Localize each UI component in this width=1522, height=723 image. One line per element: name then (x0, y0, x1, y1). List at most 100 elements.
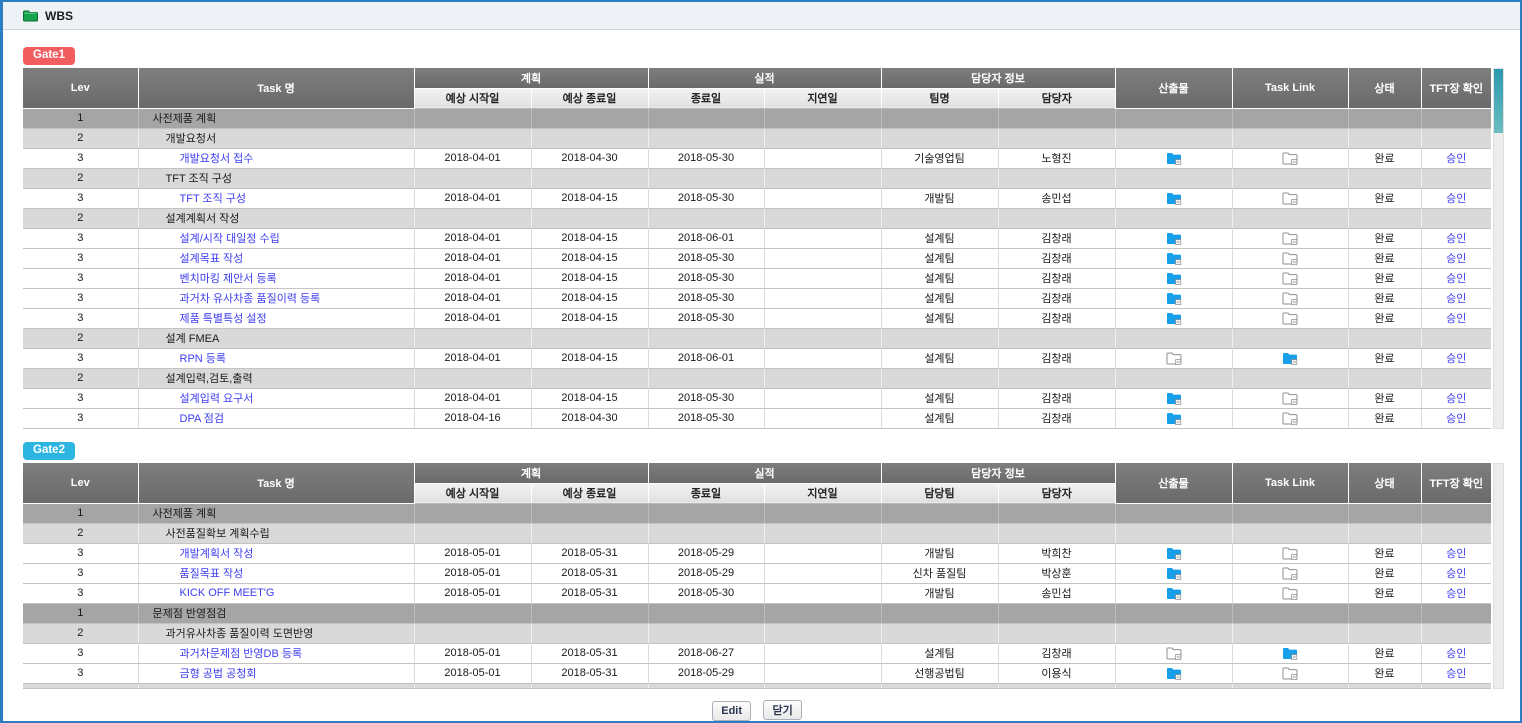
owner-cell (998, 368, 1115, 388)
approve-link[interactable]: 승인 (1446, 413, 1466, 425)
task-name-link[interactable]: 과거차 유사차종 품질이력 등록 (180, 293, 321, 305)
task-link-folder-gray-folder-icon[interactable] (1282, 272, 1298, 284)
lev-cell: 3 (23, 408, 138, 428)
task-name-cell: DPA 점검 (138, 408, 414, 428)
approve-link[interactable]: 승인 (1446, 233, 1466, 245)
task-link-cell (1232, 523, 1348, 543)
table-row: 3DPA 점검2018-04-162018-04-302018-05-30설계팀… (23, 408, 1491, 428)
deliverable-folder-blue-folder-icon[interactable] (1166, 547, 1182, 559)
task-link-cell (1232, 148, 1348, 168)
scrollbar-thumb[interactable] (1494, 69, 1503, 133)
approve-link[interactable]: 승인 (1446, 313, 1466, 325)
delay-cell (764, 663, 881, 683)
lev-cell: 3 (23, 583, 138, 603)
task-name-link[interactable]: 품질목표 작성 (180, 568, 244, 580)
approve-link[interactable]: 승인 (1446, 353, 1466, 365)
approve-link[interactable]: 승인 (1446, 253, 1466, 265)
task-name-link[interactable]: TFT 조직 구성 (180, 193, 247, 205)
task-link-folder-gray-folder-icon[interactable] (1282, 312, 1298, 324)
task-link-folder-gray-folder-icon[interactable] (1282, 547, 1298, 559)
task-link-folder-gray-folder-icon[interactable] (1282, 392, 1298, 404)
deliverable-folder-blue-folder-icon[interactable] (1166, 292, 1182, 304)
deliverable-folder-blue-folder-icon[interactable] (1166, 252, 1182, 264)
task-link-folder-gray-folder-icon[interactable] (1282, 292, 1298, 304)
deliverable-folder-gray-folder-icon[interactable] (1166, 647, 1182, 659)
status-cell: 완료 (1348, 288, 1421, 308)
task-name-link[interactable]: 개발계획서 작성 (180, 548, 254, 560)
deliverable-cell (1115, 368, 1232, 388)
status-cell: 완료 (1348, 388, 1421, 408)
lev-cell: 2 (23, 208, 138, 228)
table-scrollbar[interactable] (1493, 68, 1504, 429)
task-name-link[interactable]: 개발요청서 접수 (180, 153, 254, 165)
approve-link[interactable]: 승인 (1446, 668, 1466, 680)
task-link-folder-gray-folder-icon[interactable] (1282, 567, 1298, 579)
task-link-folder-blue-folder-icon[interactable] (1282, 352, 1298, 364)
plan-end-cell: 2018-05-31 (531, 543, 648, 563)
table-scrollbar[interactable] (1493, 463, 1504, 689)
task-link-cell (1232, 108, 1348, 128)
task-name-link[interactable]: 과거차문제점 반영DB 등록 (180, 648, 303, 660)
task-name-link[interactable]: DPA 점검 (180, 413, 225, 425)
deliverable-folder-blue-folder-icon[interactable] (1166, 272, 1182, 284)
col-header-deliverable: 산출물 (1115, 68, 1232, 108)
task-name-link[interactable]: RPN 등록 (180, 353, 227, 365)
deliverable-folder-blue-folder-icon[interactable] (1166, 392, 1182, 404)
plan-start-cell: 2018-04-01 (414, 248, 531, 268)
task-name-link[interactable]: 설계/시작 대일정 수립 (180, 233, 280, 245)
tft-confirm-cell (1421, 208, 1491, 228)
status-cell: 완료 (1348, 663, 1421, 683)
task-link-folder-gray-folder-icon[interactable] (1282, 412, 1298, 424)
approve-link[interactable]: 승인 (1446, 588, 1466, 600)
deliverable-folder-blue-folder-icon[interactable] (1166, 587, 1182, 599)
task-link-folder-gray-folder-icon[interactable] (1282, 587, 1298, 599)
task-name-link[interactable]: 금형 공법 공청회 (180, 668, 257, 680)
deliverable-folder-blue-folder-icon[interactable] (1166, 232, 1182, 244)
deliverable-folder-blue-folder-icon[interactable] (1166, 412, 1182, 424)
task-name-cell: 개발요청서 (138, 128, 414, 148)
deliverable-folder-blue-folder-icon[interactable] (1166, 192, 1182, 204)
approve-link[interactable]: 승인 (1446, 568, 1466, 580)
task-link-folder-gray-folder-icon[interactable] (1282, 252, 1298, 264)
task-link-folder-blue-folder-icon[interactable] (1282, 647, 1298, 659)
approve-link[interactable]: 승인 (1446, 548, 1466, 560)
approve-link[interactable]: 승인 (1446, 648, 1466, 660)
task-link-folder-gray-folder-icon[interactable] (1282, 232, 1298, 244)
deliverable-folder-blue-folder-icon[interactable] (1166, 312, 1182, 324)
footer-buttons: Edit 닫기 (23, 700, 1491, 721)
task-link-cell (1232, 348, 1348, 368)
deliverable-folder-gray-folder-icon[interactable] (1166, 352, 1182, 364)
deliverable-folder-blue-folder-icon[interactable] (1166, 152, 1182, 164)
approve-link[interactable]: 승인 (1446, 393, 1466, 405)
task-name-link[interactable]: 벤치마킹 제안서 등록 (180, 273, 277, 285)
close-button[interactable]: 닫기 (763, 700, 801, 720)
approve-link[interactable]: 승인 (1446, 293, 1466, 305)
task-link-folder-gray-folder-icon[interactable] (1282, 152, 1298, 164)
task-name-link[interactable]: KICK OFF MEET'G (180, 587, 275, 599)
edit-button[interactable]: Edit (712, 701, 751, 721)
owner-cell: 송민섭 (998, 188, 1115, 208)
task-link-folder-gray-folder-icon[interactable] (1282, 192, 1298, 204)
plan-end-cell: 2018-04-15 (531, 388, 648, 408)
col-header-tft-confirm: TFT장 확인 (1421, 463, 1491, 503)
table-row: 3개발요청서 접수2018-04-012018-04-302018-05-30기… (23, 148, 1491, 168)
task-name-link[interactable]: 제품 특별특성 설정 (180, 313, 267, 325)
task-link-folder-gray-folder-icon[interactable] (1282, 667, 1298, 679)
tft-confirm-cell (1421, 108, 1491, 128)
deliverable-folder-blue-folder-icon[interactable] (1166, 567, 1182, 579)
lev-cell: 2 (23, 623, 138, 643)
approve-link[interactable]: 승인 (1446, 193, 1466, 205)
deliverable-folder-blue-folder-icon[interactable] (1166, 667, 1182, 679)
approve-link[interactable]: 승인 (1446, 273, 1466, 285)
table-row: 3품질목표 작성2018-05-012018-05-312018-05-29신차… (23, 563, 1491, 583)
deliverable-cell (1115, 328, 1232, 348)
plan-start-cell (414, 503, 531, 523)
task-name-link[interactable]: 설계입력 요구서 (180, 393, 254, 405)
delay-cell (764, 348, 881, 368)
actual-end-cell (648, 168, 764, 188)
approve-link[interactable]: 승인 (1446, 153, 1466, 165)
plan-start-cell: 2018-05-01 (414, 663, 531, 683)
deliverable-cell (1115, 408, 1232, 428)
task-name-link[interactable]: 설계목표 작성 (180, 253, 244, 265)
actual-end-cell: 2018-05-29 (648, 563, 764, 583)
